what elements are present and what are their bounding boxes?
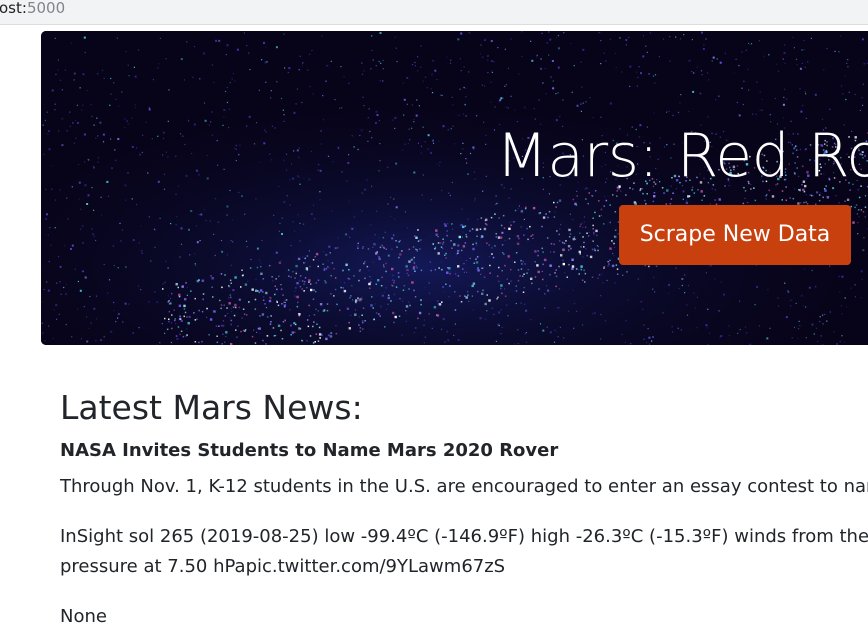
weather-line-1: InSight sol 265 (2019-08-25) low -99.4ºC…: [60, 526, 868, 547]
page-title: Mars: Red Ro: [496, 121, 868, 191]
scrape-new-data-button[interactable]: Scrape New Data: [619, 205, 851, 265]
weather-line-2: pressure at 7.50 hPapic.twitter.com/9YLa…: [60, 556, 506, 577]
url-host: ost:: [0, 0, 27, 17]
latest-news-heading: Latest Mars News:: [60, 388, 363, 427]
jumbotron-banner: Mars: Red Ro Scrape New Data: [41, 31, 868, 345]
news-title: NASA Invites Students to Name Mars 2020 …: [60, 440, 559, 461]
url-port: 5000: [26, 0, 66, 17]
weather-report: InSight sol 265 (2019-08-25) low -99.4ºC…: [60, 522, 868, 582]
url-text[interactable]: ost:5000: [0, 0, 65, 16]
browser-address-bar[interactable]: ost:5000: [0, 0, 868, 25]
news-paragraph: Through Nov. 1, K-12 students in the U.S…: [60, 476, 868, 497]
extra-value: None: [60, 606, 107, 627]
